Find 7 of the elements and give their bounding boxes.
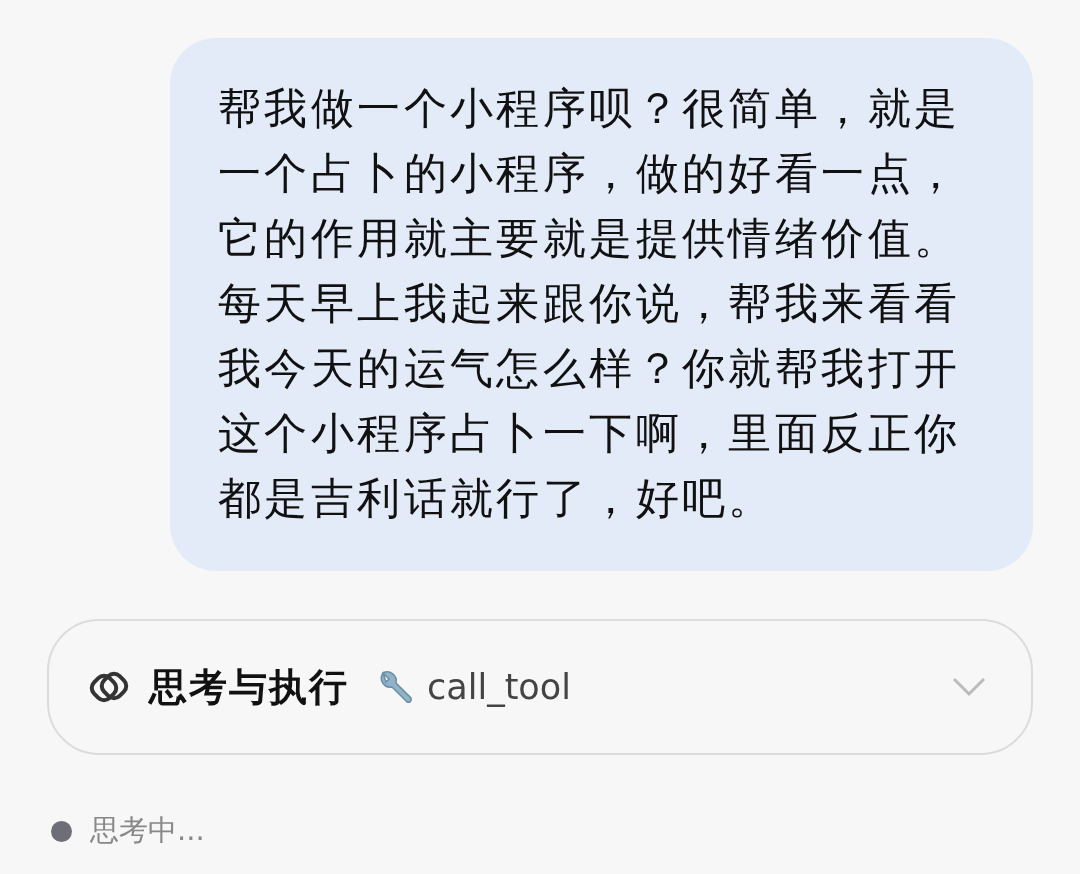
status-text: 思考中... — [90, 812, 205, 849]
tool-name: call_tool — [427, 667, 571, 707]
status-dot — [51, 820, 72, 842]
chevron-icon[interactable] — [951, 676, 987, 698]
message-text: 帮我做一个小程序呗？很简单，就是一个占卜的小程序，做的好看一点，它的作用就主要就是提供情绪价值。每天早上我起来跟你说，帮我来看看我今天的运气怎么样？你就帮我打开这个小程序占卜一下啊，里面反正你都是吉利话就行了，好吧。 — [218, 82, 962, 525]
card-title: 思考与执行 — [149, 663, 349, 711]
tool-card[interactable]: 思考与执行 call_tool — [47, 619, 1033, 755]
